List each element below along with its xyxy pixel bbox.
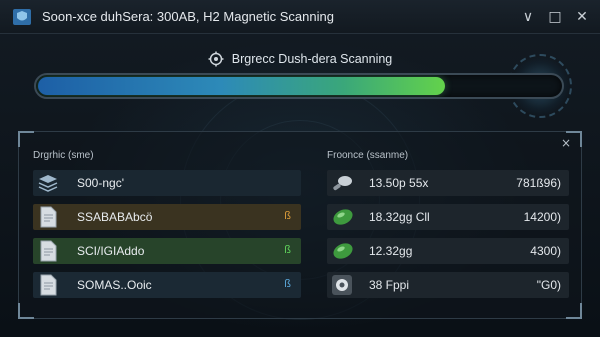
document-icon [37, 274, 59, 296]
result-size: 13.50p 55x [369, 176, 429, 190]
result-size: 18.32gg Cll [369, 210, 430, 224]
left-column-header: Drgrhic (sme) [33, 150, 94, 161]
restore-button[interactable]: □ [545, 7, 565, 27]
scan-title: Brgrecc Dush-dera Scanning [231, 52, 393, 66]
result-row[interactable]: SOMAS..Ooic ß [33, 272, 301, 298]
disk-icon [331, 274, 355, 296]
result-size: 38 Fppi [369, 278, 410, 292]
right-column-header: Froonce (ssanme) [327, 150, 409, 161]
result-badge: ß [284, 278, 291, 290]
scan-progress-bar [34, 73, 564, 99]
probe-icon [331, 172, 355, 194]
result-name: SSABABAbcö [77, 210, 153, 224]
panel-corner [18, 131, 34, 147]
result-detail-row[interactable]: 13.50p 55x 781ß96) [327, 170, 569, 196]
panel-close-button[interactable]: × [559, 136, 573, 150]
scan-header: Brgrecc Dush-dera Scanning [0, 48, 600, 70]
result-name: S00-ngc' [77, 176, 124, 190]
result-detail-row[interactable]: 12.32gg 4300) [327, 238, 569, 264]
shield-app-icon [13, 9, 31, 25]
stack-drive-icon [37, 172, 59, 194]
title-bar: Soon-xce duhSera: 300AB, H2 Magnetic Sca… [0, 0, 600, 34]
results-panel: × Drgrhic (sme) Froonce (ssanme) S00-ngc… [18, 131, 582, 319]
result-row[interactable]: S00-ngc' [33, 170, 301, 196]
result-value: 781ß96) [516, 176, 561, 190]
document-icon [37, 240, 59, 262]
green-pill-icon [331, 240, 355, 262]
result-badge: ß [284, 244, 291, 256]
green-pill-icon [331, 206, 355, 228]
result-detail-row[interactable]: 38 Fppi "G0) [327, 272, 569, 298]
gear-icon [208, 51, 224, 67]
result-name: SOMAS..Ooic [77, 278, 152, 292]
result-badge: ß [284, 210, 291, 222]
panel-corner [18, 303, 34, 319]
document-icon [37, 206, 59, 228]
result-name: SCI/IGIAddo [77, 244, 145, 258]
result-value: 14200) [523, 210, 561, 224]
window-title: Soon-xce duhSera: 300AB, H2 Magnetic Sca… [42, 9, 334, 24]
result-size: 12.32gg [369, 244, 413, 258]
result-detail-row[interactable]: 18.32gg Cll 14200) [327, 204, 569, 230]
result-value: 4300) [530, 244, 561, 258]
minimize-button[interactable]: ∨ [518, 7, 538, 27]
result-value: "G0) [536, 278, 561, 292]
panel-corner [566, 303, 582, 319]
result-row[interactable]: SCI/IGIAddo ß [33, 238, 301, 264]
close-button[interactable]: ✕ [572, 7, 592, 27]
result-row[interactable]: SSABABAbcö ß [33, 204, 301, 230]
scan-progress-fill [38, 77, 446, 95]
